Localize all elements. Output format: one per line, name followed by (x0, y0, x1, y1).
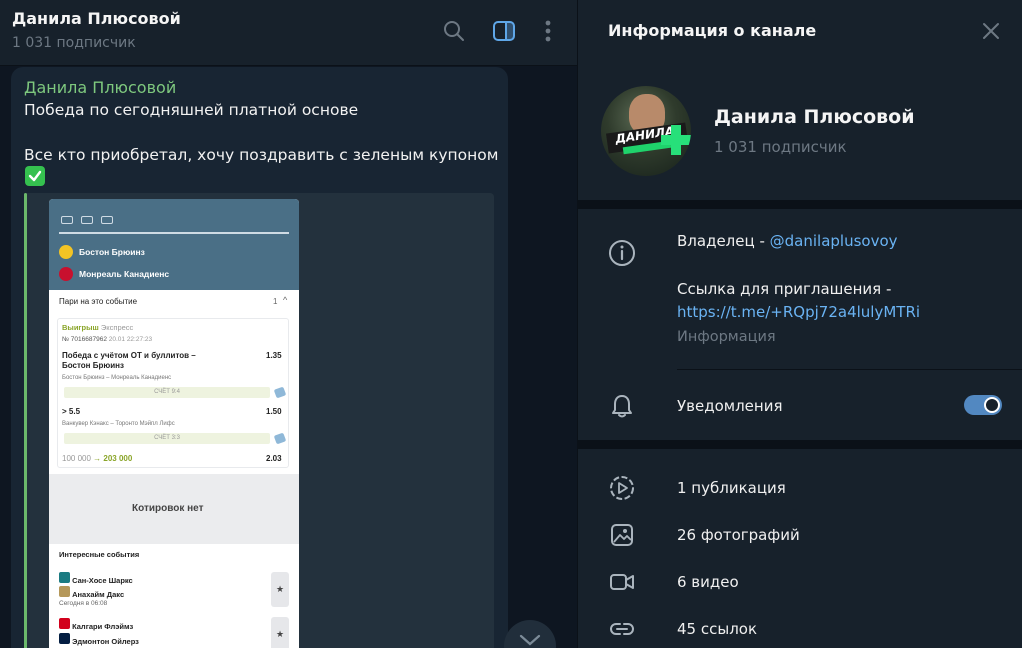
bell-icon (608, 392, 636, 420)
video-icon (608, 568, 636, 596)
owner-row: Владелец - @danilaplusovoy (677, 232, 898, 250)
message-text-line-1: Победа по сегодняшней платной основе (24, 101, 359, 119)
close-icon[interactable] (981, 21, 1001, 41)
chat-subscribers: 1 031 подписчик (12, 35, 136, 51)
message-text-line-2: Все кто приобретал, хочу поздравить с зе… (24, 146, 499, 164)
chat-title[interactable]: Данила Плюсовой (12, 9, 181, 28)
info-title: Информация о канале (608, 21, 817, 40)
quote-bar (24, 193, 27, 648)
channel-subscribers: 1 031 подписчик (714, 138, 847, 156)
more-options-icon[interactable] (535, 18, 561, 44)
owner-link[interactable]: @danilaplusovoy (770, 232, 898, 250)
chat-header[interactable]: Данила Плюсовой 1 031 подписчик (0, 0, 578, 66)
notifications-label: Уведомления (677, 397, 783, 415)
info-icon (608, 239, 636, 267)
screenshot-body: Пари на это событие 1 ^ Выигрыш Экспресс… (49, 290, 299, 648)
photos-item[interactable]: 26 фотографий (677, 526, 800, 544)
videos-item[interactable]: 6 видео (677, 573, 739, 591)
betting-screenshot: Бостон Брюинз Монреаль Канадиенс Пари на… (49, 199, 299, 648)
publications-item[interactable]: 1 публикация (677, 479, 786, 497)
check-mark-emoji-icon (25, 166, 45, 186)
chevron-down-icon (519, 634, 541, 646)
message-bubble[interactable]: Данила Плюсовой Победа по сегодняшней пл… (11, 67, 508, 648)
channel-details: Владелец - @danilaplusovoy Ссылка для пр… (578, 209, 1022, 440)
section-separator (578, 440, 1022, 449)
links-item[interactable]: 45 ссылок (677, 620, 757, 638)
screenshot-header: Бостон Брюинз Монреаль Канадиенс (49, 199, 299, 290)
notifications-toggle[interactable] (964, 395, 1002, 415)
invite-label: Ссылка для приглашения - (677, 280, 892, 298)
photo-icon (608, 521, 636, 549)
team-row: Монреаль Канадиенс (59, 267, 169, 281)
star-icon: ★ (271, 572, 289, 607)
bet-card: Выигрыш Экспресс № 7016687962 20.01 22:2… (57, 318, 289, 468)
scroll-down-button[interactable] (504, 620, 556, 648)
team-row: Бостон Брюинз (59, 245, 145, 259)
info-header: Информация о канале ДАНИЛА Данила Плюсов… (578, 0, 1022, 200)
row-divider (677, 369, 1022, 370)
publication-icon (608, 474, 636, 502)
link-icon (608, 615, 636, 643)
channel-name: Данила Плюсовой (714, 106, 915, 128)
media-list: 1 публикация 26 фотографий 6 видео 45 сс… (578, 449, 1022, 648)
invite-link[interactable]: https://t.me/+RQpj72a4lulyMTRi (677, 303, 920, 321)
photo-attachment[interactable]: Бостон Брюинз Монреаль Канадиенс Пари на… (24, 193, 494, 648)
star-icon: ★ (271, 617, 289, 648)
sidebar-toggle-icon[interactable] (491, 18, 517, 44)
info-caption: Информация (677, 329, 776, 345)
section-separator (578, 200, 1022, 209)
no-quotes-area: Котировок нет (49, 474, 299, 544)
search-icon[interactable] (441, 18, 467, 44)
channel-info-panel: Информация о канале ДАНИЛА Данила Плюсов… (578, 0, 1022, 648)
chat-pane: Данила Плюсовой 1 031 подписчик Данила П… (0, 0, 578, 648)
channel-avatar[interactable]: ДАНИЛА (601, 86, 691, 176)
message-author[interactable]: Данила Плюсовой (24, 78, 176, 97)
